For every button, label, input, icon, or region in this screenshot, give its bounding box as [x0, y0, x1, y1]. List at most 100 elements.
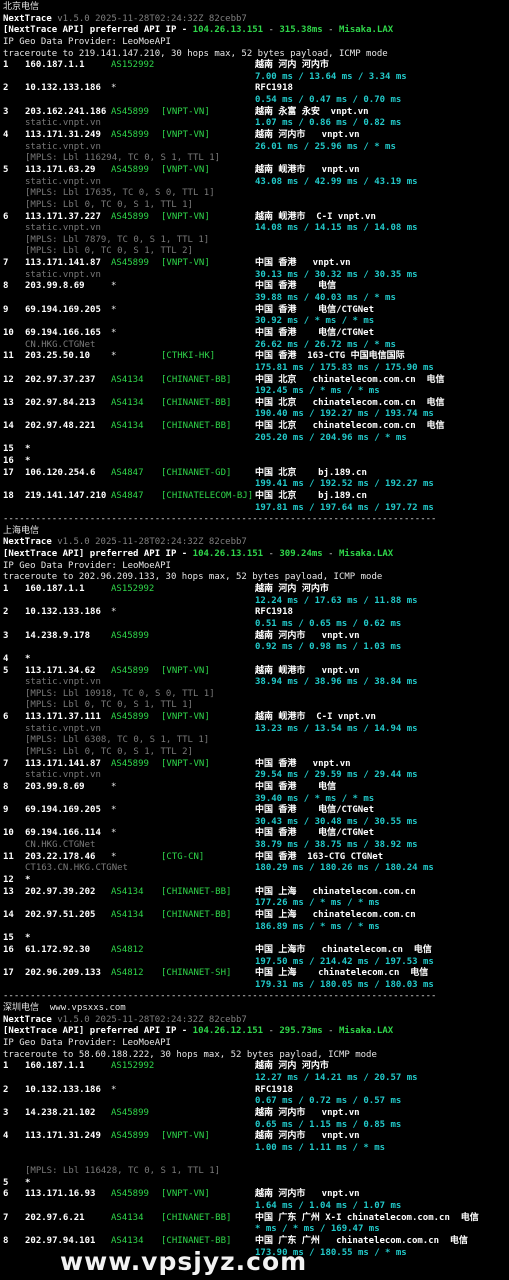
hop-rtt: 0.67 ms / 0.72 ms / 0.57 ms [255, 1096, 402, 1107]
mpls-row: [MPLS: Lbl 17635, TC 0, S 0, TTL 1] [3, 188, 509, 200]
hop-row: 10 69.194.166.114 * 中国 香港 电信/CTGNet [3, 828, 509, 840]
hop-ip: 113.171.141.87 [25, 758, 101, 769]
hop-asn: AS45899 [111, 211, 149, 222]
section-title: 上海电信 [3, 526, 509, 538]
hop-asn: AS4134 [111, 1235, 144, 1246]
hop-number: 15 [3, 933, 14, 944]
hop-number: 1 [3, 584, 9, 595]
hop-ip: 113.171.37.111 [25, 712, 101, 723]
hop-tag: [CHINANET-SH] [161, 968, 232, 979]
hop-ip: 202.97.94.101 [25, 1235, 96, 1246]
hop-rtt-row: 197.50 ms / 214.42 ms / 197.53 ms [3, 957, 509, 969]
hop-geo: 越南 河内市 vnpt.vn [255, 630, 360, 641]
hop-asn: * [111, 851, 117, 862]
hop-ip: 203.99.8.69 [25, 781, 85, 792]
hop-ip: 14.238.9.178 [25, 630, 91, 641]
hop-ip: 160.187.1.1 [25, 60, 85, 71]
hop-number: 9 [3, 805, 9, 816]
hop-row: 2 10.132.133.186 * RFC1918 [3, 83, 509, 95]
hop-number: 8 [3, 1235, 9, 1246]
hop-geo: 中国 香港 163-CTG CTGNet [255, 851, 384, 862]
hop-rtt-row: 199.41 ms / 192.52 ms / 192.27 ms [3, 479, 509, 491]
mpls-label: [MPLS: Lbl 7879, TC 0, S 1, TTL 1] [25, 234, 210, 245]
hop-number: 5 [3, 164, 9, 175]
hop-rtt-row: 179.31 ms / 180.05 ms / 180.03 ms [3, 980, 509, 992]
hop-row: 2 10.132.133.186 * RFC1918 [3, 607, 509, 619]
hop-geo: 越南 岘港市 vnpt.vn [255, 164, 360, 175]
hop-hostname: static.vnpt.vn [25, 223, 101, 234]
hop-rtt: 13.23 ms / 13.54 ms / 14.94 ms [255, 723, 418, 734]
hop-number: 5 [3, 665, 9, 676]
hop-ip: 203.99.8.69 [25, 281, 85, 292]
hop-row: 1 160.187.1.1 AS152992 越南 河内 河内市 [3, 584, 509, 596]
hop-asn: AS45899 [111, 106, 149, 117]
hop-asn: * [111, 781, 117, 792]
hop-tag: [VNPT-VN] [161, 211, 210, 222]
geo-provider: IP Geo Data Provider: LeoMoeAPI [3, 37, 509, 49]
hop-rtt: 39.40 ms / * ms / * ms [255, 793, 375, 804]
geo-provider-text: IP Geo Data Provider: LeoMoeAPI [3, 36, 171, 47]
hop-rtt-row: static.vnpt.vn 38.94 ms / 38.96 ms / 38.8… [3, 677, 509, 689]
terminal-output[interactable]: 北京电信 NextTrace v1.5.0 2025-11-28T02:24:32… [3, 2, 509, 1259]
api-node: Misaka.LAX [339, 549, 394, 560]
hop-ip: * [25, 1177, 31, 1188]
hop-rtt-row: static.vnpt.vn 1.07 ms / 0.86 ms / 0.82 m… [3, 118, 509, 130]
hop-ip: 69.194.166.165 [25, 327, 101, 338]
hop-rtt-row: 12.27 ms / 14.21 ms / 20.57 ms [3, 1073, 509, 1085]
hop-asn: AS4847 [111, 467, 144, 478]
hop-number: 17 [3, 467, 14, 478]
hop-number: 4 [3, 1131, 9, 1142]
hop-rtt-row: CN.HKG.CTGNet 26.62 ms / 26.72 ms / * ms [3, 340, 509, 352]
hop-number: 12 [3, 875, 14, 886]
hop-row: 17 202.96.209.133 AS4812 [CHINANET-SH] 中国 上海… [3, 968, 509, 980]
hop-tag: [VNPT-VN] [161, 258, 210, 269]
hop-asn: AS45899 [111, 164, 149, 175]
hop-ip: 202.96.209.133 [25, 968, 101, 979]
hop-hostname: static.vnpt.vn [25, 770, 101, 781]
hop-ip: 113.171.63.29 [25, 164, 96, 175]
hop-rtt-row: 177.26 ms / * ms / * ms [3, 898, 509, 910]
hop-asn: AS4134 [111, 909, 144, 920]
hop-tag: [CTHKI-HK] [161, 351, 216, 362]
section-title-extra: www.vpsxxs.com [49, 1003, 126, 1014]
hop-number: 14 [3, 909, 14, 920]
hop-rtt-row: 197.81 ms / 197.64 ms / 197.72 ms [3, 503, 509, 515]
hop-rtt-row: 0.65 ms / 1.15 ms / 0.85 ms [3, 1120, 509, 1132]
hop-ip: 202.97.39.202 [25, 886, 96, 897]
hop-number: 9 [3, 304, 9, 315]
hop-tag: [CHINANET-BB] [161, 397, 232, 408]
hop-geo: 越南 河内市 vnpt.vn [255, 130, 360, 141]
api-info: [NextTrace API] preferred API IP - 104.2… [3, 25, 394, 36]
hop-ip: * [25, 444, 31, 455]
hop-hostname: CN.HKG.CTGNet [25, 840, 96, 851]
hop-number: 3 [3, 106, 9, 117]
hop-rtt-row: 175.81 ms / 175.83 ms / 175.90 ms [3, 363, 509, 375]
section-title-text: 上海电信 [3, 525, 40, 536]
hop-number: 5 [3, 1177, 9, 1188]
hop-geo: 中国 上海 chinatelecom.com.cn [255, 909, 416, 920]
hop-ip: 160.187.1.1 [25, 1061, 85, 1072]
hop-geo: 中国 北京 chinatelecom.com.cn 电信 [255, 421, 445, 432]
hop-rtt: 38.94 ms / 38.96 ms / 38.84 ms [255, 677, 418, 688]
hop-geo: RFC1918 [255, 83, 293, 94]
api-ip: 104.26.12.151 [192, 1026, 264, 1037]
hop-ip: 203.22.178.46 [25, 851, 96, 862]
hop-number: 4 [3, 653, 9, 664]
hop-rtt-row: 30.92 ms / * ms / * ms [3, 316, 509, 328]
hop-geo: 中国 香港 电信/CTGNet [255, 304, 375, 315]
mpls-row: [MPLS: Lbl 116294, TC 0, S 1, TTL 1] [3, 153, 509, 165]
hop-tag: [VNPT-VN] [161, 106, 210, 117]
hop-asn: * [111, 281, 117, 292]
hop-rtt-row: 39.88 ms / 40.03 ms / * ms [3, 293, 509, 305]
hop-number: 1 [3, 1061, 9, 1072]
mpls-label: [MPLS: Lbl 0, TC 0, S 1, TTL 1] [25, 700, 193, 711]
hop-ip: 202.97.37.237 [25, 374, 96, 385]
geo-provider: IP Geo Data Provider: LeoMoeAPI [3, 561, 509, 573]
hop-row: 7 113.171.141.87 AS45899 [VNPT-VN] 中国 香港 vnp… [3, 759, 509, 771]
hop-geo: 越南 岘港市 C-I vnpt.vn [255, 712, 376, 723]
hop-rtt-row: 0.54 ms / 0.47 ms / 0.70 ms [3, 95, 509, 107]
hop-tag: [VNPT-VN] [161, 758, 210, 769]
hop-rtt-row: static.vnpt.vn 14.08 ms / 14.15 ms / 14.0… [3, 223, 509, 235]
hop-rtt: 175.81 ms / 175.83 ms / 175.90 ms [255, 362, 434, 373]
hop-row: 15 * [3, 933, 509, 945]
